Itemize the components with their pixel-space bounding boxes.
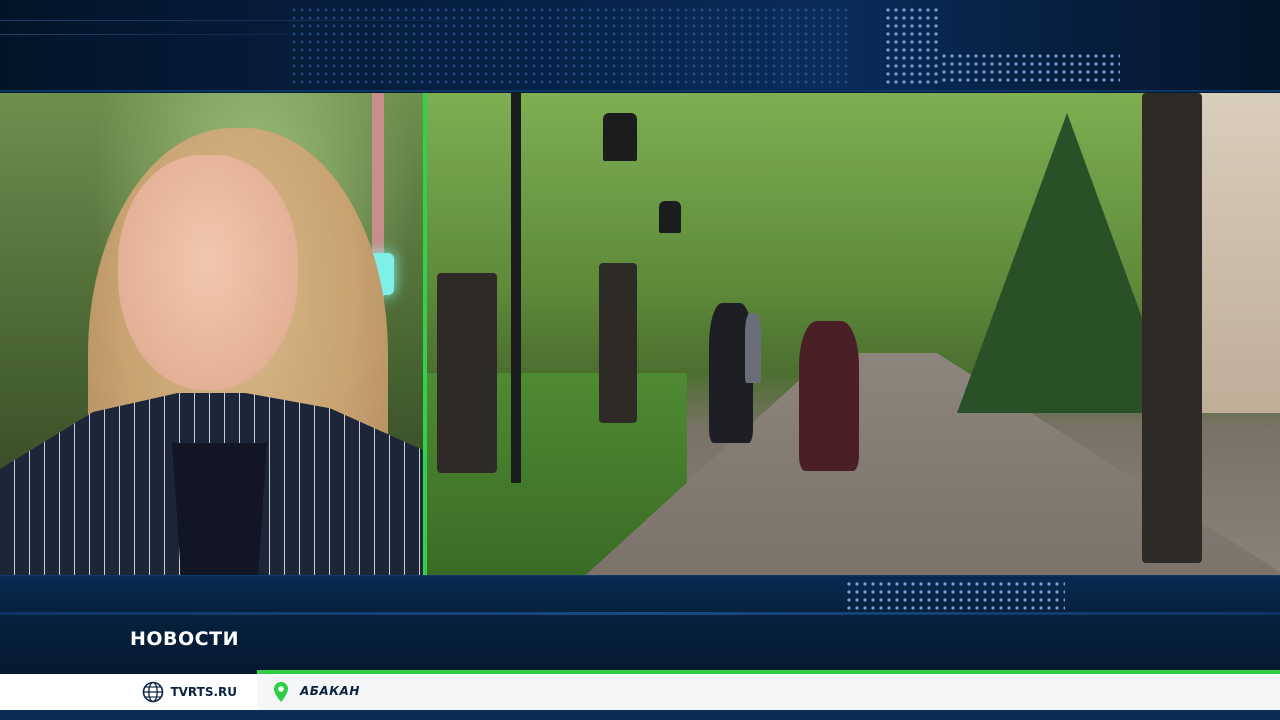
dot-pattern	[884, 6, 940, 86]
bottom-strip	[0, 710, 1280, 720]
pedestrian	[745, 313, 761, 383]
video-panel-interview	[0, 93, 423, 575]
lower-third-band: НОВОСТИ	[0, 575, 1280, 670]
pedestrian	[799, 321, 859, 471]
video-panel-street	[427, 93, 1280, 575]
top-graphic-band	[0, 0, 1280, 92]
apartment-building	[1197, 93, 1280, 413]
tree-trunk	[599, 263, 637, 423]
lamp-head	[603, 113, 637, 161]
city-name: АБАКАН	[300, 684, 360, 698]
dot-pattern	[290, 6, 850, 86]
site-url: TVRTS.RU	[170, 685, 237, 699]
lamp-head	[659, 201, 681, 233]
broadcast-frame: НОВОСТИ TVRTS.RU АБАКАН	[0, 0, 1280, 720]
program-title: НОВОСТИ	[130, 628, 239, 650]
location-pin-icon	[273, 681, 289, 703]
globe-icon	[142, 681, 164, 703]
ticker-bar: TVRTS.RU АБАКАН	[0, 674, 1280, 710]
dot-pattern	[940, 52, 1120, 86]
dot-pattern	[845, 580, 1065, 612]
lamp-post	[511, 93, 521, 483]
tree-trunk	[1142, 93, 1202, 563]
interviewee-face	[118, 155, 298, 390]
interviewee-shirt	[172, 443, 267, 575]
lower-third-stripe	[0, 612, 1280, 615]
tree-trunk	[437, 273, 497, 473]
ticker-site-block: TVRTS.RU	[0, 674, 257, 710]
